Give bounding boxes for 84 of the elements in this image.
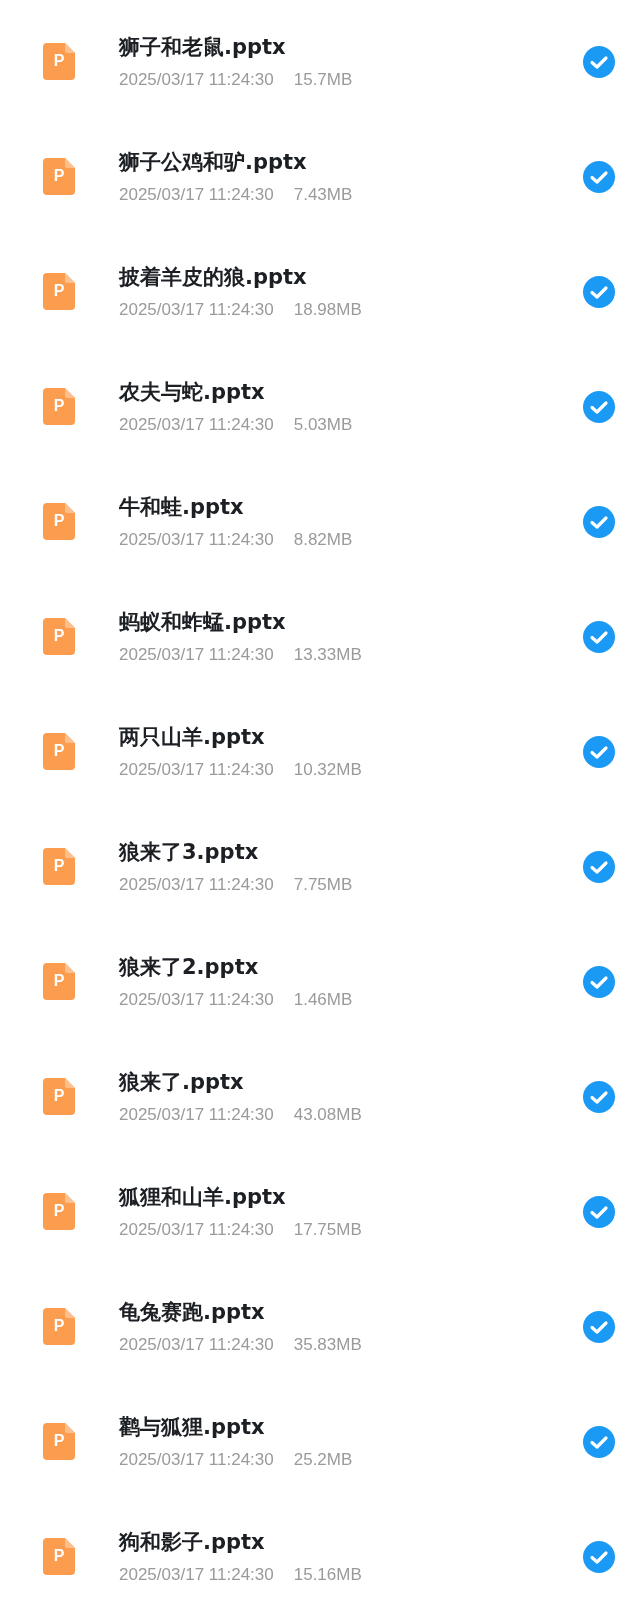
file-date: 2025/03/17 11:24:30 [119,528,274,551]
checked-circle-icon[interactable] [583,850,615,883]
file-date: 2025/03/17 11:24:30 [119,1563,274,1586]
file-name: 牛和蛙.pptx [119,493,245,521]
checked-circle-icon[interactable] [583,1080,615,1113]
file-name: 狮子和老鼠.pptx [119,33,287,61]
file-date: 2025/03/17 11:24:30 [119,1103,274,1126]
file-row[interactable]: P 披着羊皮的狼.pptx 2025/03/17 11:24:30 18.98MB [0,230,640,345]
presentation-file-icon: P [43,963,75,1000]
file-name: 狗和影子.pptx [119,1528,266,1556]
file-date: 2025/03/17 11:24:30 [119,298,274,321]
checked-circle-icon[interactable] [583,735,615,768]
file-row[interactable]: P 农夫与蛇.pptx 2025/03/17 11:24:30 5.03MB [0,345,640,460]
file-row[interactable]: P 蚂蚁和蚱蜢.pptx 2025/03/17 11:24:30 13.33MB [0,575,640,690]
file-size: 7.43MB [293,183,353,206]
file-date: 2025/03/17 11:24:30 [119,988,274,1011]
checked-circle-icon[interactable] [583,965,615,998]
file-row[interactable]: P 狮子公鸡和驴.pptx 2025/03/17 11:24:30 7.43MB [0,115,640,230]
checked-circle-icon[interactable] [583,275,615,308]
file-row[interactable]: P 狐狸和山羊.pptx 2025/03/17 11:24:30 17.75MB [0,1150,640,1265]
file-size: 43.08MB [293,1103,362,1126]
file-row[interactable]: P 牛和蛙.pptx 2025/03/17 11:24:30 8.82MB [0,460,640,575]
file-size: 25.2MB [293,1448,353,1471]
file-name: 两只山羊.pptx [119,723,266,751]
file-name: 狮子公鸡和驴.pptx [119,148,308,176]
file-date: 2025/03/17 11:24:30 [119,1218,274,1241]
file-date: 2025/03/17 11:24:30 [119,1333,274,1356]
file-size: 15.16MB [293,1563,362,1586]
checked-circle-icon[interactable] [583,505,615,538]
checked-circle-icon[interactable] [583,45,615,78]
file-size: 17.75MB [293,1218,362,1241]
file-size: 8.82MB [293,528,353,551]
presentation-file-icon: P [43,43,75,80]
presentation-file-icon: P [43,1308,75,1345]
file-date: 2025/03/17 11:24:30 [119,68,274,91]
file-size: 5.03MB [293,413,353,436]
presentation-file-icon: P [43,158,75,195]
file-date: 2025/03/17 11:24:30 [119,413,274,436]
file-row[interactable]: P 两只山羊.pptx 2025/03/17 11:24:30 10.32MB [0,690,640,805]
file-name: 狼来了2.pptx [119,953,260,981]
checked-circle-icon[interactable] [583,1310,615,1343]
presentation-file-icon: P [43,733,75,770]
file-date: 2025/03/17 11:24:30 [119,758,274,781]
file-name: 鹳与狐狸.pptx [119,1413,266,1441]
presentation-file-icon: P [43,503,75,540]
presentation-file-icon: P [43,1538,75,1575]
file-row[interactable]: P 龟兔赛跑.pptx 2025/03/17 11:24:30 35.83MB [0,1265,640,1380]
file-name: 蚂蚁和蚱蜢.pptx [119,608,287,636]
presentation-file-icon: P [43,1078,75,1115]
file-row[interactable]: P 狼来了.pptx 2025/03/17 11:24:30 43.08MB [0,1035,640,1150]
presentation-file-icon: P [43,273,75,310]
file-row[interactable]: P 狼来了3.pptx 2025/03/17 11:24:30 7.75MB [0,805,640,920]
file-name: 狼来了.pptx [119,1068,245,1096]
file-name: 龟兔赛跑.pptx [119,1298,266,1326]
file-name: 狼来了3.pptx [119,838,260,866]
file-row[interactable]: P 狗和影子.pptx 2025/03/17 11:24:30 15.16MB [0,1495,640,1602]
file-date: 2025/03/17 11:24:30 [119,183,274,206]
presentation-file-icon: P [43,1423,75,1460]
file-size: 15.7MB [293,68,353,91]
file-size: 35.83MB [293,1333,362,1356]
file-size: 10.32MB [293,758,362,781]
file-size: 13.33MB [293,643,362,666]
file-name: 披着羊皮的狼.pptx [119,263,308,291]
checked-circle-icon[interactable] [583,160,615,193]
presentation-file-icon: P [43,388,75,425]
presentation-file-icon: P [43,848,75,885]
file-size: 1.46MB [293,988,353,1011]
file-date: 2025/03/17 11:24:30 [119,873,274,896]
file-size: 7.75MB [293,873,353,896]
presentation-file-icon: P [43,1193,75,1230]
checked-circle-icon[interactable] [583,390,615,423]
checked-circle-icon[interactable] [583,1540,615,1573]
checked-circle-icon[interactable] [583,1425,615,1458]
checked-circle-icon[interactable] [583,1195,615,1228]
file-name: 农夫与蛇.pptx [119,378,266,406]
file-row[interactable]: P 狮子和老鼠.pptx 2025/03/17 11:24:30 15.7MB [0,0,640,115]
checked-circle-icon[interactable] [583,620,615,653]
file-name: 狐狸和山羊.pptx [119,1183,287,1211]
file-date: 2025/03/17 11:24:30 [119,643,274,666]
file-date: 2025/03/17 11:24:30 [119,1448,274,1471]
file-size: 18.98MB [293,298,362,321]
presentation-file-icon: P [43,618,75,655]
file-row[interactable]: P 鹳与狐狸.pptx 2025/03/17 11:24:30 25.2MB [0,1380,640,1495]
file-row[interactable]: P 狼来了2.pptx 2025/03/17 11:24:30 1.46MB [0,920,640,1035]
